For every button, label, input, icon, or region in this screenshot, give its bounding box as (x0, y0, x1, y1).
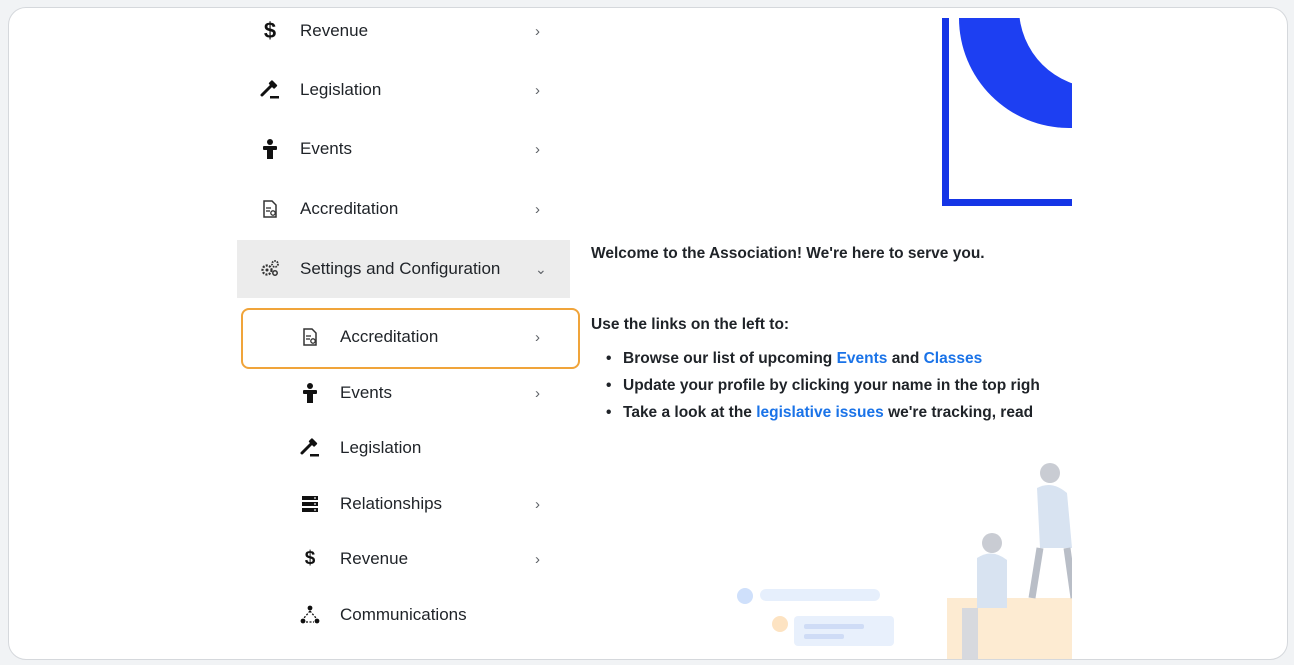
classes-link[interactable]: Classes (924, 350, 983, 367)
welcome-illustration (737, 463, 1072, 659)
sidebar-item-settings-and-configuration[interactable]: Settings and Configuration ⌄ (237, 240, 570, 298)
sidebar-item-label: Events (340, 383, 392, 402)
list-item: Take a look at the legislative issues we… (591, 399, 1040, 426)
sidebar-subitem-revenue[interactable]: $ Revenue › (237, 530, 570, 588)
sidebar-item-label: Legislation (300, 80, 382, 99)
chevron-right-icon: › (535, 22, 540, 40)
association-logo (942, 18, 1072, 206)
focus-highlight (241, 308, 580, 369)
person-podium-icon (299, 382, 321, 404)
sidebar-item-label: Communications (340, 605, 467, 624)
sidebar-item-label: Settings and Configuration (300, 259, 501, 278)
dollar-icon: $ (304, 548, 316, 569)
chevron-down-icon: ⌄ (535, 260, 547, 277)
dollar-icon: $ (263, 18, 277, 43)
network-icon (299, 604, 321, 626)
app-window: $ Revenue › Legislation › Events › Accre… (8, 7, 1288, 660)
instructions-list: Browse our list of upcoming Events and C… (591, 345, 1040, 426)
list-item: Browse our list of upcoming Events and C… (591, 345, 1040, 372)
sidebar-item-label: Accreditation (300, 199, 399, 218)
welcome-message: Welcome to the Association! We're here t… (591, 245, 985, 262)
sidebar-item-label: Revenue (300, 21, 369, 40)
sidebar-subitem-communications[interactable]: Communications (237, 586, 570, 644)
sidebar-subitem-relationships[interactable]: Relationships › (237, 475, 570, 533)
main-content: Welcome to the Association! We're here t… (582, 8, 1072, 659)
person-podium-icon (259, 138, 281, 160)
server-rack-icon (299, 493, 321, 515)
instructions-heading: Use the links on the left to: (591, 316, 790, 333)
chevron-right-icon: › (535, 384, 540, 402)
chevron-right-icon: › (535, 550, 540, 568)
gears-icon (259, 258, 281, 280)
chevron-right-icon: › (535, 200, 540, 218)
sidebar-subitem-legislation[interactable]: Legislation (237, 419, 570, 477)
list-item: Update your profile by clicking your nam… (591, 372, 1040, 399)
sidebar-item-label: Events (300, 139, 352, 158)
sidebar-item-accreditation[interactable]: Accreditation › (237, 180, 570, 238)
sidebar-item-label: Relationships (340, 494, 443, 513)
chevron-right-icon: › (535, 495, 540, 513)
sidebar-item-label: Revenue (340, 549, 409, 568)
document-certificate-icon (259, 198, 281, 220)
sidebar-item-revenue[interactable]: $ Revenue › (237, 8, 570, 60)
gavel-icon (259, 79, 281, 101)
chevron-right-icon: › (535, 81, 540, 99)
legislative-issues-link[interactable]: legislative issues (756, 404, 884, 421)
sidebar-item-label: Legislation (340, 438, 422, 457)
sidebar-item-legislation[interactable]: Legislation › (237, 61, 570, 119)
events-link[interactable]: Events (837, 350, 888, 367)
gavel-icon (299, 437, 321, 459)
chevron-right-icon: › (535, 140, 540, 158)
sidebar-item-events[interactable]: Events › (237, 120, 570, 178)
sidebar-subitem-events[interactable]: Events › (237, 364, 570, 422)
